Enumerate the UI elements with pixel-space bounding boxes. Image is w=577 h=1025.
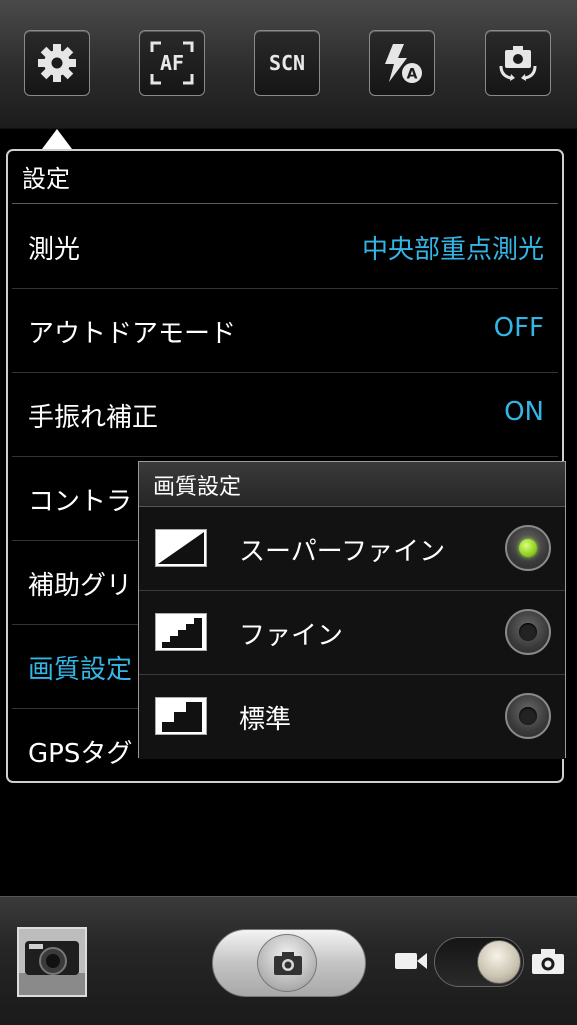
- quality-option-label: 標準: [239, 705, 292, 735]
- divider: [12, 203, 558, 204]
- quality-option-superfine[interactable]: スーパーファイン: [139, 507, 565, 591]
- radio-button[interactable]: [505, 693, 551, 739]
- setting-label: 画質設定: [28, 655, 133, 685]
- setting-anti-shake[interactable]: 手振れ補正 ON: [8, 373, 562, 457]
- radio-button[interactable]: [505, 609, 551, 655]
- image-quality-popup: 画質設定 スーパーファイン ファイン 標準: [138, 461, 566, 759]
- switch-camera-button[interactable]: [485, 30, 551, 96]
- quality-option-normal[interactable]: 標準: [139, 675, 565, 759]
- camera-switch-icon: [499, 46, 537, 81]
- quality-option-label: ファイン: [239, 621, 344, 651]
- camera-video-mode-switch[interactable]: [434, 937, 524, 987]
- quality-fine-icon: [155, 613, 207, 651]
- settings-pointer: [42, 129, 72, 149]
- video-icon: [395, 953, 427, 969]
- thumbnail-image: [19, 929, 85, 995]
- popup-header: 画質設定: [139, 462, 565, 507]
- quality-option-label: スーパーファイン: [239, 537, 446, 567]
- setting-value: OFF: [493, 313, 544, 343]
- quality-normal-icon: [155, 697, 207, 735]
- radio-button[interactable]: [505, 525, 551, 571]
- shutter-button[interactable]: [212, 929, 366, 997]
- flash-auto-badge: A: [407, 67, 418, 83]
- setting-value: 中央部重点測光: [361, 235, 544, 265]
- popup-title: 画質設定: [153, 475, 242, 500]
- radio-selected-indicator: [519, 539, 537, 557]
- setting-label: 補助グリ: [28, 571, 133, 601]
- mode-switch-knob[interactable]: [477, 940, 521, 984]
- autofocus-button[interactable]: AF: [139, 30, 205, 96]
- gear-icon: [38, 44, 76, 82]
- camera-bottom-bar: [0, 896, 577, 1025]
- setting-metering[interactable]: 測光 中央部重点測光: [8, 205, 562, 289]
- scene-mode-label: SCN: [268, 51, 306, 75]
- radio-indicator: [519, 623, 537, 641]
- setting-label: GPSタグ: [28, 739, 133, 769]
- setting-value: ON: [504, 397, 544, 427]
- quality-option-fine[interactable]: ファイン: [139, 591, 565, 675]
- quality-superfine-icon: [155, 529, 207, 567]
- camera-icon: [274, 952, 302, 975]
- radio-indicator: [519, 707, 537, 725]
- settings-title: 設定: [22, 165, 70, 193]
- setting-label: 手振れ補正: [28, 403, 159, 433]
- flash-auto-icon: A: [385, 44, 422, 83]
- setting-label: コントラ: [28, 487, 133, 517]
- shutter-inner: [257, 934, 317, 992]
- camera-icon: [532, 949, 564, 974]
- setting-label: アウトドアモード: [28, 319, 237, 349]
- setting-label: 測光: [28, 235, 81, 265]
- camera-toolbar: AF SCN A: [0, 0, 577, 129]
- scene-mode-button[interactable]: SCN: [254, 30, 320, 96]
- setting-outdoor-mode[interactable]: アウトドアモード OFF: [8, 289, 562, 373]
- gallery-thumbnail[interactable]: [17, 927, 87, 997]
- settings-button[interactable]: [24, 30, 90, 96]
- af-label: AF: [159, 51, 185, 75]
- flash-button[interactable]: A: [369, 30, 435, 96]
